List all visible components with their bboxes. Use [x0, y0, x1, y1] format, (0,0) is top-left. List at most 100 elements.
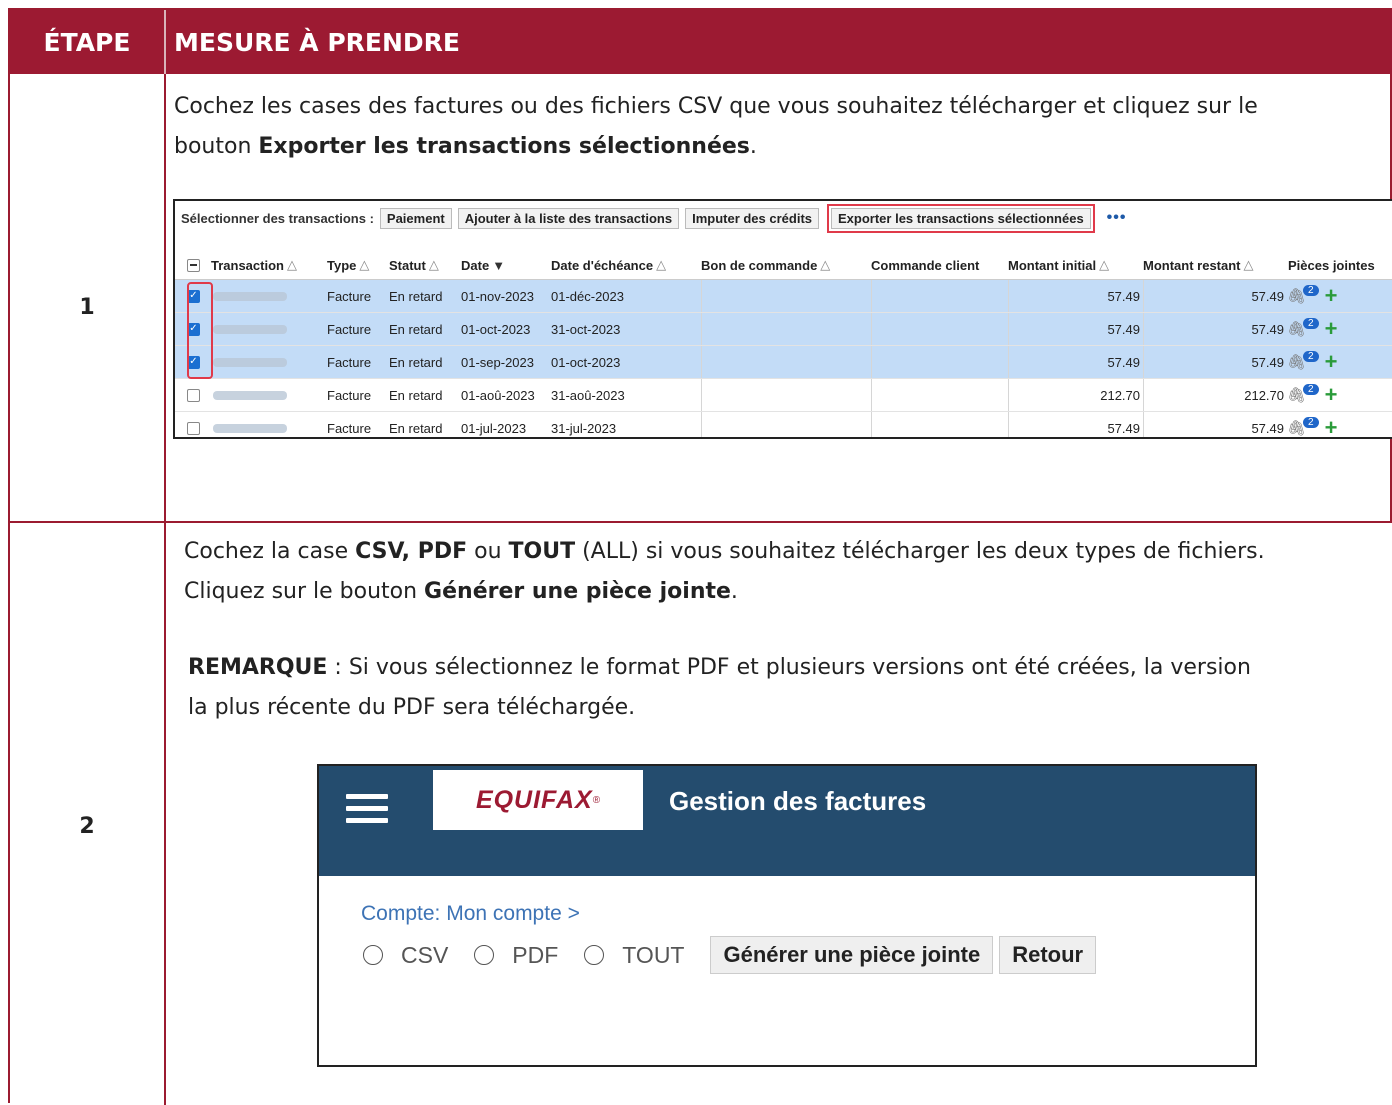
col-date[interactable]: Date ▼	[461, 251, 505, 279]
col-client-order[interactable]: Commande client	[871, 251, 979, 279]
add-attachment-icon[interactable]: +	[1325, 349, 1338, 375]
sort-icon: △	[820, 257, 831, 272]
more-actions-icon[interactable]: •••	[1107, 209, 1127, 227]
cell-remaining: 57.49	[1143, 346, 1284, 378]
cell-type: Facture	[327, 354, 372, 370]
col-attachments[interactable]: Pièces jointes	[1288, 251, 1375, 279]
col-status-label: Statut	[389, 257, 426, 273]
cell-status: En retard	[389, 288, 443, 304]
col-transaction[interactable]: Transaction △	[211, 251, 297, 279]
col-date-label: Date	[461, 257, 490, 273]
transactions-grid: Transaction △ Type △ Statut △ Date ▼ Date d'…	[175, 251, 1392, 437]
option-pdf[interactable]: PDF	[474, 942, 558, 969]
cell-remaining: 57.49	[1143, 412, 1284, 437]
step2-l1-pre: Cochez la case	[184, 539, 356, 564]
row-checkbox[interactable]	[187, 379, 200, 411]
sort-icon: △	[1099, 257, 1110, 272]
cell-client-order	[871, 313, 1009, 345]
add-to-list-button[interactable]: Ajouter à la liste des transactions	[457, 207, 680, 229]
cell-attachments[interactable]: 🖇 2 +	[1287, 346, 1337, 378]
sort-icon: △	[286, 257, 297, 272]
back-button[interactable]: Retour	[999, 936, 1097, 974]
option-pdf-label: PDF	[512, 941, 559, 968]
attachment-count-badge: 2	[1303, 284, 1319, 296]
header-divider	[164, 10, 166, 74]
table-row[interactable]: Facture En retard 01-jul-2023 31-jul-2023 57…	[175, 412, 1392, 437]
cell-type: Facture	[327, 420, 372, 436]
table-row[interactable]: ✓ Facture En retard 01-nov-2023 01-déc-2023 5…	[175, 280, 1392, 313]
cell-type: Facture	[327, 387, 372, 403]
sort-icon: △	[656, 257, 667, 272]
cell-date: 01-aoû-2023	[461, 387, 535, 403]
cell-date: 01-oct-2023	[461, 321, 531, 337]
add-attachment-icon[interactable]: +	[1325, 283, 1338, 309]
apply-credits-button[interactable]: Imputer des crédits	[685, 207, 820, 229]
transaction-id-redacted[interactable]	[213, 412, 287, 437]
cell-client-order	[871, 280, 1009, 312]
transaction-id-redacted[interactable]	[213, 280, 287, 312]
cell-date: 01-nov-2023	[461, 288, 534, 304]
app-title: Gestion des factures	[669, 786, 927, 816]
cell-client-order	[871, 412, 1009, 437]
transaction-id-redacted[interactable]	[213, 379, 287, 411]
step2-l1-b2: TOUT	[508, 539, 576, 564]
cell-date: 01-sep-2023	[461, 354, 534, 370]
transaction-id-redacted[interactable]	[213, 313, 287, 345]
add-attachment-icon[interactable]: +	[1325, 316, 1338, 342]
add-attachment-icon[interactable]: +	[1325, 415, 1338, 437]
row-checkbox[interactable]	[187, 412, 200, 437]
col-initial-label: Montant initial	[1008, 257, 1097, 273]
step1-line2: bouton Exporter les transactions sélecti…	[174, 127, 1392, 167]
cell-remaining: 57.49	[1143, 280, 1284, 312]
add-attachment-icon[interactable]: +	[1325, 382, 1338, 408]
step2-l2-post: .	[730, 579, 738, 604]
cell-remaining: 57.49	[1143, 313, 1284, 345]
option-all[interactable]: TOUT	[584, 942, 684, 969]
select-all-checkbox[interactable]	[187, 251, 200, 279]
table-row[interactable]: ✓ Facture En retard 01-sep-2023 01-oct-2023 5…	[175, 346, 1392, 379]
sort-icon: △	[359, 257, 370, 272]
logo-text: EQUIFAX	[475, 785, 593, 814]
cell-status: En retard	[389, 321, 443, 337]
cell-due: 31-aoû-2023	[551, 387, 625, 403]
step2-l1-b1: CSV, PDF	[355, 539, 468, 564]
transactions-screenshot: Sélectionner des transactions : Paiement…	[173, 199, 1392, 439]
col-due-date[interactable]: Date d'échéance △	[551, 251, 666, 279]
table-row[interactable]: Facture En retard 01-aoû-2023 31-aoû-2023 21…	[175, 379, 1392, 412]
toolbar-label: Sélectionner des transactions :	[181, 210, 374, 226]
col-status[interactable]: Statut △	[389, 251, 439, 279]
transactions-toolbar: Sélectionner des transactions : Paiement…	[175, 201, 1126, 235]
cell-initial: 57.49	[1008, 412, 1140, 437]
cell-attachments[interactable]: 🖇 2 +	[1287, 280, 1337, 312]
step2-l1-mid: ou	[467, 539, 509, 564]
cell-po	[701, 412, 872, 437]
export-selected-button[interactable]: Exporter les transactions sélectionnées	[827, 203, 1095, 233]
row-divider	[10, 521, 1392, 523]
col-initial-amount[interactable]: Montant initial △	[1008, 251, 1109, 279]
radio-icon[interactable]	[474, 945, 495, 965]
table-row[interactable]: ✓ Facture En retard 01-oct-2023 31-oct-2023 5…	[175, 313, 1392, 346]
option-csv[interactable]: CSV	[363, 942, 448, 969]
radio-icon[interactable]	[363, 945, 383, 965]
cell-initial: 57.49	[1008, 346, 1140, 378]
payment-button[interactable]: Paiement	[379, 207, 452, 229]
col-attachments-label: Pièces jointes	[1288, 257, 1375, 273]
col-remaining-amount[interactable]: Montant restant △	[1143, 251, 1254, 279]
cell-attachments[interactable]: 🖇 2 +	[1287, 313, 1337, 345]
col-type[interactable]: Type △	[327, 251, 369, 279]
cell-status: En retard	[389, 354, 443, 370]
cell-attachments[interactable]: 🖇 2 +	[1287, 412, 1338, 437]
equifax-top-bar: EQUIFAX ® Gestion des factures	[319, 766, 1255, 876]
step2-l1-post: (ALL) si vous souhaitez télécharger les …	[575, 539, 1265, 564]
breadcrumb[interactable]: Compte: Mon compte >	[361, 902, 580, 926]
radio-icon[interactable]	[584, 945, 605, 965]
step1-line2-pre: bouton	[174, 134, 259, 159]
transaction-id-redacted[interactable]	[213, 346, 287, 378]
step2-note-line2: la plus récente du PDF sera téléchargée.	[188, 695, 636, 720]
hamburger-menu-icon[interactable]	[346, 794, 388, 828]
col-po[interactable]: Bon de commande △	[701, 251, 830, 279]
option-csv-label: CSV	[401, 941, 449, 968]
step1-line2-post: .	[749, 134, 757, 159]
cell-attachments[interactable]: 🖇 2 +	[1287, 379, 1337, 411]
generate-attachment-button[interactable]: Générer une pièce jointe	[710, 936, 994, 974]
